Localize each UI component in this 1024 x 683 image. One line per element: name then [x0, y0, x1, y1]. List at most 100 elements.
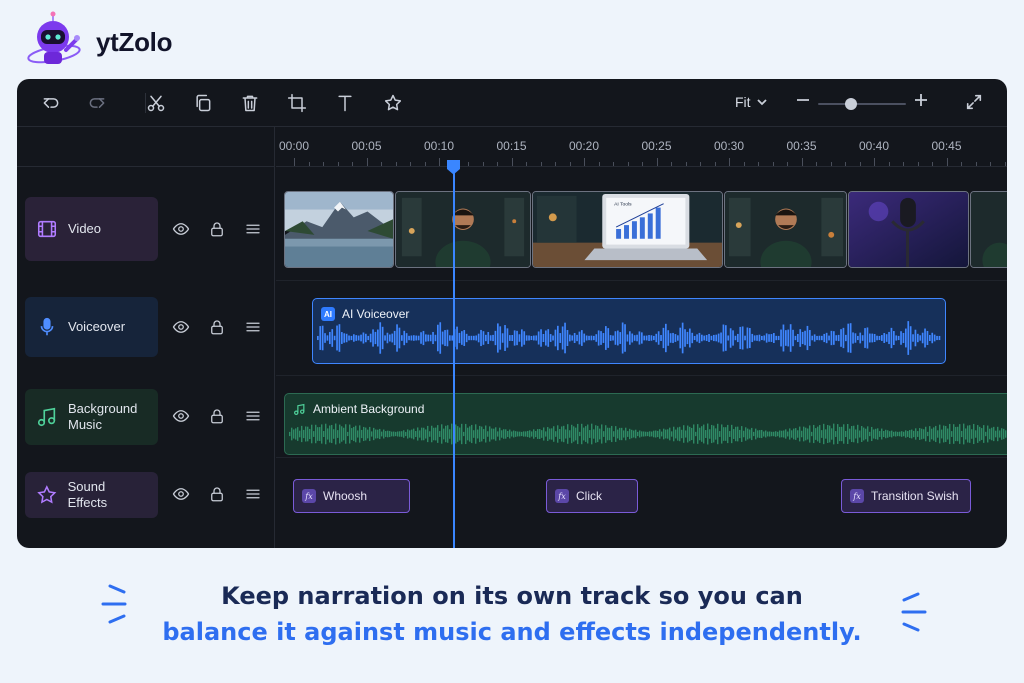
ruler-tick-label: 00:20	[568, 139, 600, 153]
visibility-toggle-voiceover[interactable]	[172, 318, 192, 338]
video-clip-microphone[interactable]	[848, 191, 969, 268]
toolbar: Fit	[17, 79, 1007, 127]
track-header-video[interactable]: Video	[25, 197, 158, 261]
ruler-tick	[569, 162, 571, 166]
ruler-tick	[424, 162, 426, 166]
music-clip-name: Ambient Background	[313, 402, 425, 416]
background-music-clip[interactable]: Ambient Background	[284, 393, 1007, 455]
video-clip-mountain[interactable]	[284, 191, 394, 268]
lock-icon	[211, 320, 223, 335]
caption: Keep narration on its own track so you c…	[150, 578, 874, 650]
ruler-tick	[613, 162, 614, 166]
eye-icon	[172, 321, 190, 333]
laptop-chart-thumbnail: AI Tools	[533, 192, 722, 267]
chevron-down-icon	[756, 99, 767, 106]
sfx-clip-name: Whoosh	[323, 489, 368, 503]
ruler-tick-label: 00:10	[423, 139, 455, 153]
redo-button[interactable]	[85, 91, 109, 115]
track-menu-video[interactable]	[244, 220, 264, 240]
text-button[interactable]	[333, 91, 357, 115]
ruler-tick	[917, 162, 919, 166]
ruler-tick	[975, 162, 977, 166]
ruler-tick-label: 00:25	[641, 139, 672, 153]
voiceover-clip-label: AI AI Voiceover	[321, 307, 409, 321]
zoom-in-button[interactable]	[913, 92, 931, 110]
ruler-tick	[482, 162, 484, 166]
track-menu-music[interactable]	[244, 407, 264, 427]
favorite-button[interactable]	[381, 91, 405, 115]
zoom-fit-label: Fit	[735, 94, 751, 110]
video-clip-partial[interactable]	[970, 191, 1007, 268]
timeline-editor: Fit Video Voiceover Background Music Sou…	[17, 79, 1007, 548]
lock-toggle-music[interactable]	[208, 407, 228, 427]
voiceover-clip[interactable]: AI AI Voiceover	[312, 298, 946, 364]
track-menu-sound-effects[interactable]	[244, 485, 264, 505]
ruler-tick	[1004, 162, 1006, 166]
lock-icon	[211, 487, 223, 502]
star-icon	[37, 485, 57, 504]
expand-icon	[966, 94, 982, 110]
undo-icon	[43, 98, 59, 108]
visibility-toggle-sound-effects[interactable]	[172, 485, 192, 505]
delete-button[interactable]	[238, 91, 262, 115]
lock-toggle-video[interactable]	[208, 220, 228, 240]
video-clip-presenter-2[interactable]	[724, 191, 847, 268]
lock-toggle-sound-effects[interactable]	[208, 485, 228, 505]
ruler-tick	[743, 162, 745, 166]
ruler-tick	[395, 162, 397, 166]
zoom-fit-dropdown[interactable]: Fit	[735, 94, 767, 110]
zoom-out-button[interactable]	[795, 92, 813, 110]
video-clip-presenter-1[interactable]	[395, 191, 531, 268]
sfx-clip-name: Transition Swish	[871, 489, 959, 503]
mountain-lake-thumbnail	[285, 192, 393, 267]
undo-button[interactable]	[39, 91, 63, 115]
video-clip-laptop[interactable]: AI Tools	[532, 191, 723, 268]
ruler-tick	[990, 162, 991, 166]
fullscreen-button[interactable]	[965, 93, 985, 113]
ruler-tick	[903, 162, 904, 166]
sfx-clip-click[interactable]: fx Click	[546, 479, 638, 513]
crop-button[interactable]	[285, 91, 309, 115]
track-menu-voiceover[interactable]	[244, 318, 264, 338]
minus-icon	[797, 99, 809, 101]
visibility-toggle-music[interactable]	[172, 407, 192, 427]
playhead-handle[interactable]	[446, 159, 461, 175]
copy-button[interactable]	[191, 91, 215, 115]
ruler-tick-label: 00:40	[858, 139, 890, 153]
lock-toggle-voiceover[interactable]	[208, 318, 228, 338]
ruler-tick	[758, 162, 759, 166]
plus-icon	[915, 94, 927, 106]
timeline-area[interactable]: 00:00 00:05 00:10 00:15 00:20 00:25 00:30 00:35…	[276, 127, 1007, 548]
ruler-tick	[337, 162, 339, 166]
track-label-voiceover: Voiceover	[68, 319, 126, 334]
zoom-slider-handle[interactable]	[845, 98, 858, 110]
track-divider	[276, 375, 1007, 376]
sfx-clip-whoosh[interactable]: fx Whoosh	[293, 479, 410, 513]
time-ruler[interactable]: 00:00 00:05 00:10 00:15 00:20 00:25 00:30 00:35…	[276, 127, 1007, 167]
copy-icon	[196, 94, 211, 112]
ruler-tick	[598, 162, 600, 166]
lock-icon	[211, 222, 223, 237]
cut-button[interactable]	[144, 91, 168, 115]
visibility-toggle-video[interactable]	[172, 220, 192, 240]
ruler-tick	[714, 162, 716, 166]
ruler-tick	[381, 162, 382, 166]
ruler-tick	[497, 162, 498, 166]
trash-icon	[242, 95, 258, 112]
track-header-voiceover[interactable]: Voiceover	[25, 297, 158, 357]
track-header-sound-effects[interactable]: Sound Effects	[25, 472, 158, 518]
sfx-clip-transition-swish[interactable]: fx Transition Swish	[841, 479, 971, 513]
redo-icon	[89, 98, 105, 108]
track-label-sound-effects: Sound Effects	[67, 479, 108, 510]
ruler-tick	[888, 162, 890, 166]
track-divider	[276, 280, 1007, 281]
ruler-tick-label: 00:35	[786, 139, 817, 153]
track-header-music[interactable]: Background Music	[25, 389, 158, 445]
zoom-slider[interactable]	[818, 98, 906, 110]
ruler-tick	[845, 162, 846, 166]
ruler-tick	[366, 158, 368, 166]
eye-icon	[172, 223, 190, 235]
text-icon	[338, 95, 352, 112]
ruler-tick	[729, 158, 730, 166]
music-waveform	[289, 423, 1007, 445]
